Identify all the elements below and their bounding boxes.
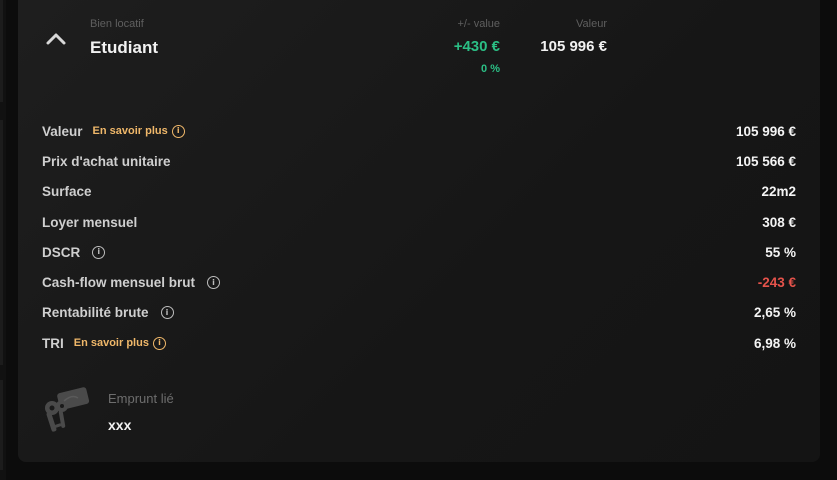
plus-minus-percent: 0 % — [481, 63, 500, 75]
details-list: Valeur En savoir plus i 105 996 € Prix d… — [42, 116, 796, 358]
detail-row-cash-flow: Cash-flow mensuel brut i -243 € — [42, 267, 796, 297]
detail-value: 22m2 — [761, 184, 796, 200]
info-icon: i — [171, 124, 185, 138]
detail-label: DSCR — [42, 244, 81, 260]
info-icon[interactable]: i — [92, 245, 106, 259]
detail-label: Valeur — [42, 123, 83, 139]
plus-minus-value: +430 € — [453, 38, 500, 55]
detail-label: Rentabilité brute — [42, 305, 149, 321]
learn-more-label: En savoir plus — [92, 125, 168, 138]
info-icon[interactable]: i — [160, 306, 174, 320]
collapse-button[interactable] — [42, 28, 70, 50]
learn-more-link[interactable]: En savoir plus i — [73, 336, 166, 350]
detail-row-dscr: DSCR i 55 % — [42, 237, 796, 267]
left-edge-divider — [0, 0, 6, 480]
loan-label: Emprunt lié — [108, 391, 174, 406]
linked-loan[interactable]: Emprunt lié xxx — [42, 384, 342, 444]
chevron-up-icon — [46, 33, 66, 45]
value-amount: 105 996 € — [540, 38, 607, 55]
detail-value: 6,98 % — [753, 335, 796, 351]
detail-label: Surface — [42, 184, 92, 200]
detail-label: TRI — [42, 335, 64, 351]
detail-value: 55 % — [765, 244, 796, 260]
detail-label: Loyer mensuel — [42, 214, 138, 230]
asset-name: Etudiant — [90, 38, 158, 57]
detail-row-rentabilite: Rentabilité brute i 2,65 % — [42, 298, 796, 328]
info-icon: i — [152, 336, 166, 350]
detail-row-surface: Surface 22m2 — [42, 177, 796, 207]
detail-label: Cash-flow mensuel brut — [42, 275, 196, 291]
plus-minus-label: +/- value — [457, 18, 501, 30]
page: Bien locatif Etudiant +/- value +430 € 0… — [0, 0, 837, 480]
detail-value: 105 996 € — [735, 123, 796, 139]
keys-icon — [45, 387, 90, 432]
detail-value: 308 € — [762, 214, 796, 230]
learn-more-label: En savoir plus — [73, 337, 149, 350]
detail-row-prix-achat: Prix d'achat unitaire 105 566 € — [42, 146, 796, 176]
detail-value: 2,65 % — [753, 305, 796, 321]
detail-label: Prix d'achat unitaire — [42, 153, 171, 169]
learn-more-link[interactable]: En savoir plus i — [92, 124, 185, 138]
detail-row-tri: TRI En savoir plus i 6,98 % — [42, 328, 796, 358]
loan-name: xxx — [108, 417, 132, 433]
value-label: Valeur — [576, 18, 607, 30]
info-icon[interactable]: i — [207, 276, 221, 290]
asset-type-label: Bien locatif — [90, 18, 144, 30]
detail-value: -243 € — [757, 275, 796, 291]
asset-card: Bien locatif Etudiant +/- value +430 € 0… — [18, 0, 820, 462]
detail-row-valeur: Valeur En savoir plus i 105 996 € — [42, 116, 796, 146]
detail-row-loyer: Loyer mensuel 308 € — [42, 207, 796, 237]
detail-value: 105 566 € — [735, 153, 796, 169]
